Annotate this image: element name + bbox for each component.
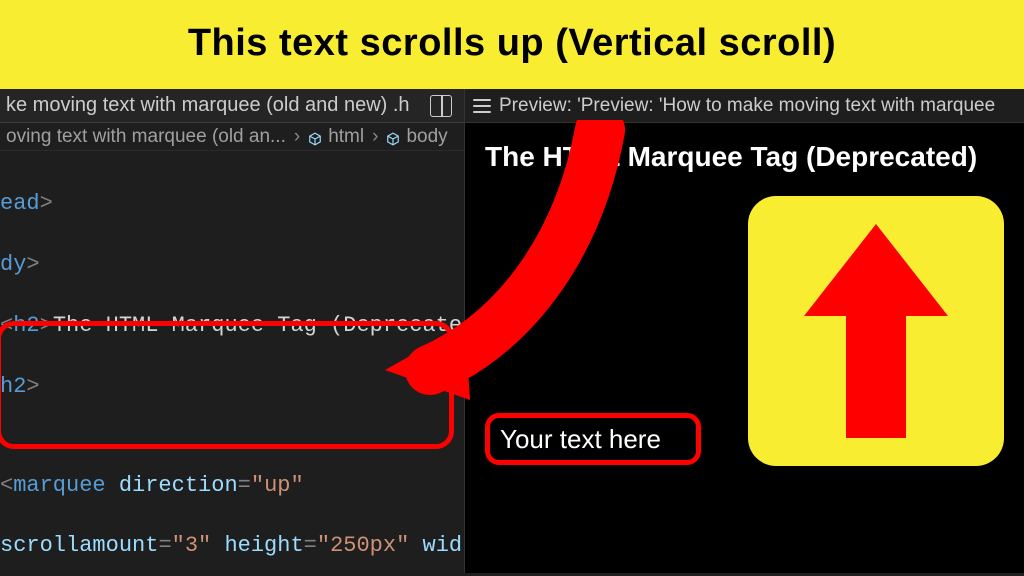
code-token: height [224, 533, 303, 558]
chevron-right-icon: › [294, 126, 300, 148]
chevron-right-icon: › [372, 126, 378, 148]
preview-marquee-text-box: Your text here [485, 413, 701, 465]
preview-marquee-text: Your text here [500, 424, 661, 455]
code-token: The HTML Marquee Tag (Deprecated) [53, 313, 464, 338]
preview-heading: The HTML Marquee Tag (Deprecated) [485, 141, 1024, 173]
cube-icon [386, 130, 400, 144]
code-token: scrollamount [0, 533, 158, 558]
code-token: 250px [330, 533, 396, 558]
title-text: This text scrolls up (Vertical scroll) [188, 22, 836, 64]
cube-icon [308, 130, 322, 144]
code-token: marquee [13, 473, 105, 498]
code-token: width [423, 533, 465, 558]
breadcrumb[interactable]: oving text with marquee (old an... › htm… [0, 123, 464, 151]
code-token: dy [0, 252, 26, 277]
preview-tabbar: Preview: 'Preview: 'How to make moving t… [465, 89, 1024, 123]
preview-tab-label[interactable]: Preview: 'Preview: 'How to make moving t… [499, 95, 995, 117]
code-token: h2 [0, 374, 26, 399]
code-token: h2 [13, 313, 39, 338]
split-editor-icon[interactable] [430, 95, 452, 117]
code-editor[interactable]: ead> dy> <h2>The HTML Marquee Tag (Depre… [0, 151, 464, 573]
breadcrumb-node-html[interactable]: html [328, 126, 364, 148]
breadcrumb-node-body[interactable]: body [406, 126, 447, 148]
code-token: 3 [185, 533, 198, 558]
code-token: direction [119, 473, 238, 498]
editor-tabbar: ke moving text with marquee (old and new… [0, 89, 464, 123]
editor-pane: ke moving text with marquee (old and new… [0, 89, 465, 573]
arrow-up-badge [748, 196, 1004, 466]
editor-tab[interactable]: ke moving text with marquee (old and new… [6, 94, 410, 117]
arrow-up-icon [796, 216, 956, 446]
code-token: ead [0, 191, 40, 216]
code-token: up [264, 473, 290, 498]
breadcrumb-file[interactable]: oving text with marquee (old an... [6, 126, 286, 148]
menu-icon[interactable] [473, 99, 491, 113]
title-banner: This text scrolls up (Vertical scroll) [0, 0, 1024, 89]
